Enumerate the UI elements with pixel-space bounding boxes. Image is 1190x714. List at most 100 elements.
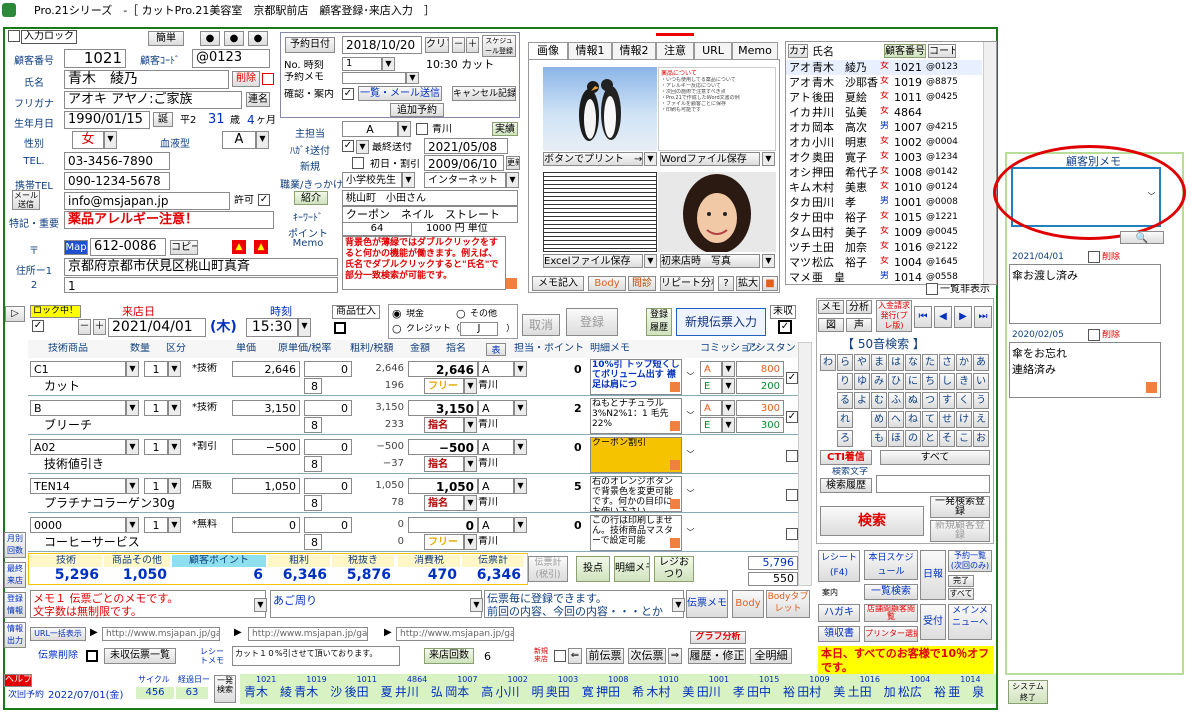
slip-memo-2[interactable]: あご周り [270, 590, 482, 618]
staff-checkbox[interactable] [416, 123, 428, 135]
tab-image[interactable]: 画像 [528, 42, 568, 60]
cost-field[interactable]: 0 [304, 400, 352, 416]
customer-scrollbar[interactable] [983, 42, 996, 284]
item-code-dropdown[interactable]: ▼ [126, 361, 139, 377]
body-memo-button[interactable]: Body [732, 590, 764, 618]
toggle-1[interactable]: ● [200, 31, 220, 46]
kana-key[interactable]: こ [956, 430, 972, 447]
word-doc-preview[interactable]: 薬品について ・いつも使用してる薬品について ・アレルギー反応について ・次回の… [658, 67, 776, 151]
kana-key[interactable]: む [871, 392, 887, 409]
price-field[interactable]: 0 [232, 517, 300, 533]
kana-header[interactable]: カナ [788, 44, 808, 58]
nomination-field[interactable]: 指名 [424, 456, 464, 472]
kana-key[interactable]: き [956, 373, 972, 390]
kana-field[interactable]: アオキ アヤノ:ご家族 [64, 91, 242, 109]
visit-plus-button[interactable]: ＋ [93, 319, 106, 335]
point-button[interactable]: 投点 [576, 556, 610, 582]
staff-field[interactable]: A [478, 478, 514, 494]
detail-memo[interactable]: クーポン割引 [590, 437, 682, 473]
commission-dropdown-2[interactable]: ▼ [722, 417, 735, 433]
commission-value-2[interactable]: 200 [736, 378, 784, 394]
memo-color-button-2[interactable] [1146, 382, 1157, 393]
new-customer-button[interactable]: 新規顧客登録 [930, 520, 990, 542]
commission-value-2[interactable]: 300 [736, 417, 784, 433]
item-code-dropdown[interactable]: ▼ [126, 517, 139, 533]
commission-dropdown-1[interactable]: ▼ [722, 400, 735, 416]
memo-text-2[interactable]: 傘をお忘れ 連絡済み [1009, 342, 1161, 398]
analysis-button[interactable]: 分析 [846, 300, 872, 314]
register-button[interactable]: 登録 [566, 308, 618, 336]
toggle-2[interactable]: ● [224, 31, 244, 46]
delete-button[interactable]: 削除 [232, 71, 260, 87]
cost-field[interactable]: 0 [304, 439, 352, 455]
trigger-dropdown[interactable]: ▼ [506, 172, 519, 188]
delete-checkbox[interactable] [262, 73, 274, 85]
results-button[interactable]: 実績 [492, 122, 518, 136]
amount-field[interactable]: −500 [408, 439, 478, 455]
kana-key[interactable]: へ [888, 411, 904, 428]
qty-dropdown[interactable]: ▼ [168, 439, 181, 455]
address2-field[interactable]: 1 [64, 277, 338, 293]
amount-field[interactable]: 2,646 [408, 361, 478, 377]
one-list-button[interactable]: 一覧検索 [864, 584, 918, 600]
one-search-footer-button[interactable]: 一発検索 [214, 675, 236, 703]
last-visit-button[interactable]: 最終来店 [4, 562, 26, 588]
memo-color-icon[interactable] [670, 382, 680, 392]
memo-delete-checkbox-1[interactable] [1088, 251, 1100, 263]
tab-info1[interactable]: 情報1 [568, 42, 612, 60]
cash-radio[interactable]: ◉ [392, 307, 402, 320]
graph-analysis-button[interactable]: グラフ分析 [690, 631, 746, 644]
kana-key[interactable]: み [871, 373, 887, 390]
info-output-button[interactable]: 情報出力 [4, 622, 26, 648]
customer-list-row[interactable]: オカ 小川 明恵 女 1002 @0004 [786, 135, 982, 150]
sort-button[interactable]: 表 [486, 343, 506, 356]
monthly-count-button[interactable]: 月別回数 [4, 532, 26, 558]
qty-field[interactable]: 1 [144, 517, 168, 533]
staff-field[interactable]: A [478, 517, 514, 533]
quick-customer-item[interactable]: 1008 押田 希 [594, 675, 644, 703]
point-field[interactable]: 64 [342, 222, 412, 236]
memo-color-icon[interactable] [670, 460, 680, 470]
right-value-2[interactable]: 550 [748, 572, 798, 586]
kana-key[interactable]: ひ [888, 373, 904, 390]
unpaid-icon[interactable]: ✓ [778, 320, 792, 334]
customer-list-row[interactable]: オク 奥田 寛子 女 1003 @1234 [786, 150, 982, 165]
memo-color-icon[interactable] [670, 538, 680, 548]
kana-key[interactable]: ゆ [854, 373, 870, 390]
nomination-dropdown[interactable]: ▼ [464, 495, 477, 511]
history-edit-button[interactable]: 履歴・修正 [688, 648, 746, 664]
word-save-button[interactable]: Wordファイル保存 [660, 152, 760, 166]
memo-dropdown[interactable]: ﹀ [684, 526, 697, 542]
kana-key[interactable]: て [922, 411, 938, 428]
kana-key[interactable]: ら [837, 354, 853, 371]
postcard-checkbox[interactable]: ✓ [342, 140, 354, 152]
address1-field[interactable]: 京都府京都市伏見区桃山町真斉 [64, 258, 338, 276]
kana-key[interactable]: せ [939, 411, 955, 428]
memo-text-1[interactable]: 傘お渡し済み [1009, 264, 1161, 324]
note-field[interactable]: 薬品アレルギー注意！ [64, 211, 274, 229]
quick-customer-item[interactable]: 1004 松広 裕 [896, 675, 946, 703]
customer-no-field[interactable]: 1021 [64, 49, 126, 68]
nomination-field[interactable]: フリー [424, 534, 464, 550]
no-field[interactable]: 1 [342, 57, 382, 71]
next-icon[interactable]: ▶ [954, 306, 972, 328]
kana-key[interactable]: ふ [888, 392, 904, 409]
clear-button[interactable]: クリア [425, 37, 449, 53]
reserve-date-field[interactable]: 2018/10/20 [342, 36, 422, 54]
forward-icon[interactable]: ⇒ [668, 648, 682, 664]
repeat-analysis-button[interactable]: リピート分析 [660, 276, 714, 291]
item-code-field[interactable]: C1 [30, 361, 126, 377]
quick-customer-item[interactable]: 1002 小川 明 [494, 675, 544, 703]
birthday-button[interactable]: 誕 [153, 112, 173, 127]
customer-list-row[interactable]: アト 後田 夏絵 女 1011 @0425 [786, 90, 982, 105]
register-change-button[interactable]: レジおつり [654, 556, 694, 582]
permit-checkbox[interactable]: ✓ [258, 194, 270, 206]
customer-list-row[interactable]: アオ 青木 綾乃 女 1021 @0123 [786, 60, 982, 75]
back-icon[interactable]: ⇐ [568, 648, 582, 664]
photo-dropdown[interactable]: ▼ [762, 254, 775, 268]
keyword-field[interactable]: クーポン ネイル ストレート [342, 206, 518, 223]
inquiry-button[interactable]: 問診 [628, 276, 656, 291]
prev-slip-button[interactable]: 前伝票 [586, 648, 624, 664]
customer-code-field[interactable]: @0123 [192, 49, 270, 68]
price-field[interactable]: 2,646 [232, 361, 300, 377]
